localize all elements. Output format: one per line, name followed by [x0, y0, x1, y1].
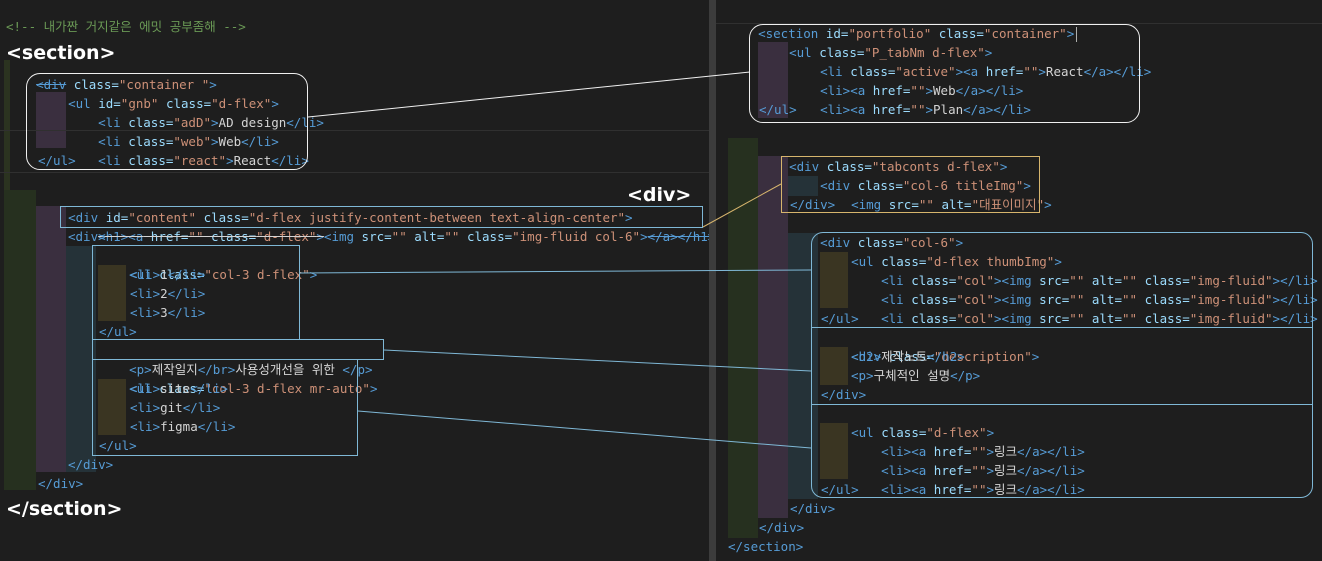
section-close-label: </section> [6, 498, 123, 520]
code-line: </div> [759, 520, 805, 535]
code-line: </div> [38, 476, 84, 491]
code-line: <div class="tabconts d-flex"> [789, 159, 1008, 174]
div-label: <div> [627, 184, 692, 206]
code-line: <div> [68, 229, 106, 244]
code-line: </section> [728, 539, 804, 554]
divider-line [0, 172, 709, 173]
annotation-divider [811, 404, 1313, 405]
annotation-box-tab [749, 24, 1140, 123]
annotation-box-h1 [60, 206, 703, 228]
code-line: </div> [790, 501, 836, 516]
right-editor-pane[interactable]: <section id="portfolio" class="container… [716, 0, 1322, 561]
code-comment: <!-- 내가짠 거지같은 에밋 공부좀해 --> [6, 19, 246, 34]
pane-splitter[interactable] [709, 0, 716, 561]
indent-stripe [728, 138, 758, 538]
annotation-box-gnb [26, 73, 308, 170]
code-line: </div> [68, 457, 114, 472]
indent-stripe [4, 190, 36, 490]
annotation-box-title-img [781, 156, 1040, 213]
annotation-box-p [92, 339, 384, 360]
code-line: <div class="col-6"> [820, 235, 964, 250]
left-editor-pane[interactable]: <!-- 내가짠 거지같은 에밋 공부좀해 --> <section> <div… [0, 0, 709, 561]
code-line: <section id="portfolio" class="container… [728, 5, 1078, 42]
annotation-box-ul-col3b [92, 359, 358, 456]
annotation-box-col6 [811, 232, 1313, 498]
annotation-box-ul-col3 [92, 245, 300, 340]
annotation-divider [811, 327, 1313, 328]
